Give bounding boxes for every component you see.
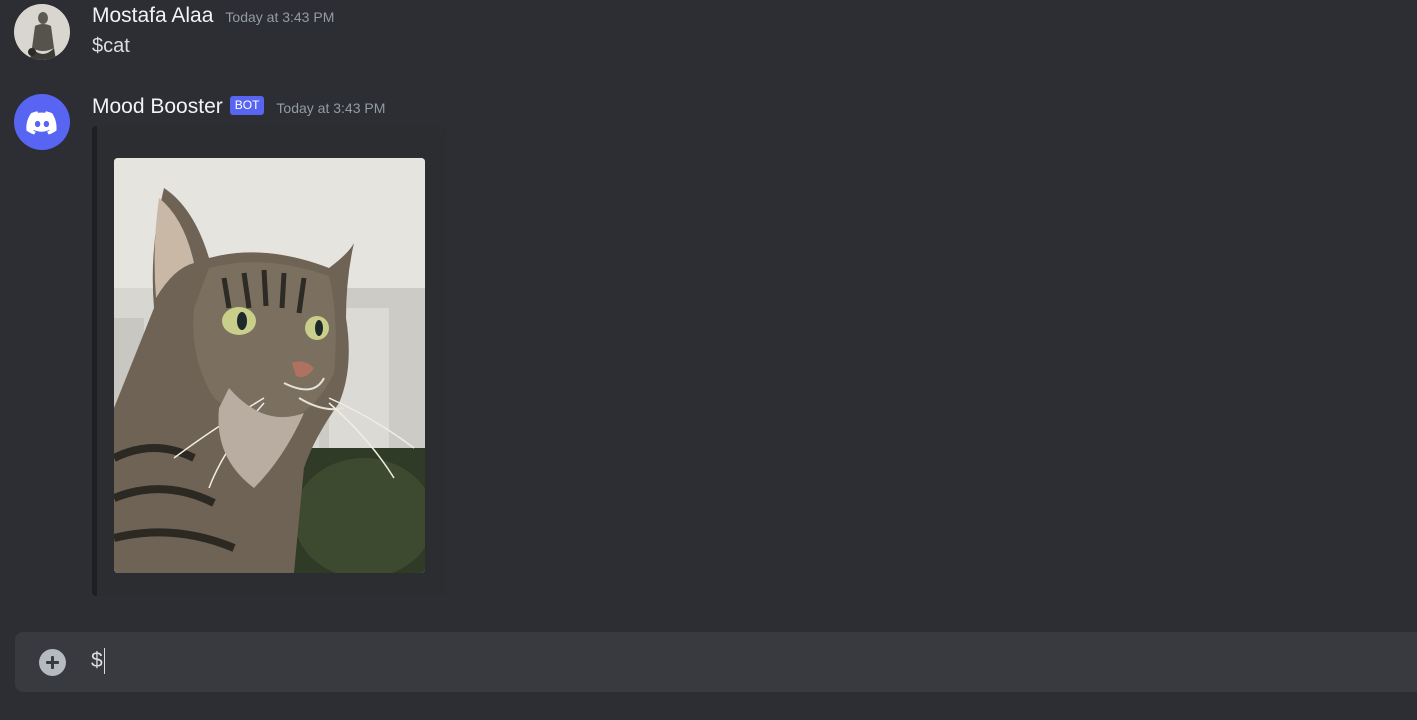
- timestamp: Today at 3:43 PM: [276, 100, 386, 116]
- embed-image[interactable]: [114, 158, 425, 573]
- cat-image: [114, 158, 425, 573]
- message-header: Mostafa Alaa Today at 3:43 PM: [92, 4, 334, 28]
- message-input-text: $: [91, 649, 103, 672]
- bot-badge: BOT: [229, 96, 265, 115]
- message-header: Mood Booster BOT Today at 3:43 PM: [92, 95, 385, 119]
- message-input-bar[interactable]: $: [15, 632, 1417, 692]
- message-content: $cat: [92, 35, 130, 57]
- message-input[interactable]: $: [91, 648, 105, 674]
- user-avatar-image: [14, 4, 70, 60]
- user-avatar[interactable]: [14, 4, 70, 60]
- timestamp: Today at 3:43 PM: [225, 9, 335, 25]
- embed: [92, 126, 446, 596]
- discord-logo-icon: [26, 111, 57, 135]
- add-attachment-icon[interactable]: [39, 649, 66, 676]
- bot-avatar[interactable]: [14, 94, 70, 150]
- username[interactable]: Mood Booster: [92, 95, 223, 119]
- text-cursor: [103, 648, 105, 674]
- chat-messages: Mostafa Alaa Today at 3:43 PM $cat Mood …: [0, 0, 1417, 720]
- username[interactable]: Mostafa Alaa: [92, 4, 213, 28]
